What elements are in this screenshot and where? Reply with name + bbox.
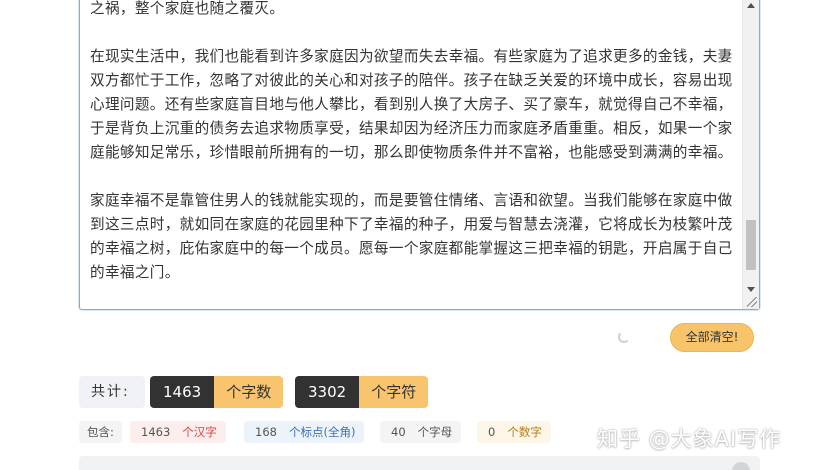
hanzi-count-label: 个汉字 — [173, 421, 226, 443]
character-count-value: 1463 — [150, 376, 215, 408]
punctuation-count-value: 168 — [244, 421, 280, 443]
letter-count-label: 个字母 — [408, 421, 462, 443]
paragraph-2: 在现实生活中，我们也能看到许多家庭因为欲望而失去幸福。有些家庭为了追求更多的金钱… — [90, 48, 733, 161]
hanzi-count-value: 1463 — [130, 421, 174, 443]
character-count-badge: 1463 个字数 — [150, 376, 284, 408]
scroll-thumb[interactable] — [746, 220, 756, 270]
loading-spinner-icon — [618, 331, 630, 343]
paragraph-1: 之祸，整个家庭也随之覆灭。 — [90, 0, 285, 17]
vertical-scrollbar[interactable] — [742, 0, 759, 309]
text-input-area[interactable]: 之祸，整个家庭也随之覆灭。 在现实生活中，我们也能看到许多家庭因为欲望而失去幸福… — [79, 0, 760, 310]
letter-count-value: 40 — [380, 421, 409, 443]
scroll-up-arrow-icon[interactable] — [747, 3, 755, 8]
hanzi-count-tag: 1463 个汉字 — [130, 421, 226, 443]
letter-count-tag: 40 个字母 — [380, 421, 462, 443]
paragraph-3: 家庭幸福不是靠管住男人的钱就能实现的，而是要管住情绪、言语和欲望。当我们能够在家… — [90, 192, 733, 281]
punctuation-count-tag: 168 个标点(全角) — [244, 421, 365, 443]
symbol-count-value: 3302 — [295, 376, 360, 408]
digit-count-label: 个数字 — [498, 421, 551, 443]
symbol-count-unit: 个字符 — [359, 376, 429, 408]
breakdown-label: 包含: — [79, 421, 122, 443]
scroll-down-arrow-icon[interactable] — [747, 287, 755, 292]
text-content[interactable]: 之祸，整个家庭也随之覆灭。 在现实生活中，我们也能看到许多家庭因为欲望而失去幸福… — [90, 0, 735, 303]
symbol-count-badge: 3302 个字符 — [295, 376, 429, 408]
character-count-unit: 个字数 — [214, 376, 284, 408]
watermark-text: 知乎 @大象AI写作 — [597, 427, 782, 451]
bottom-panel — [79, 456, 760, 470]
word-counter-page: 之祸，整个家庭也随之覆灭。 在现实生活中，我们也能看到许多家庭因为欲望而失去幸福… — [0, 0, 818, 470]
digit-count-tag: 0 个数字 — [477, 421, 551, 443]
digit-count-value: 0 — [477, 421, 499, 443]
resize-grip-icon[interactable] — [747, 297, 757, 307]
clear-all-button[interactable]: 全部清空! — [670, 323, 754, 352]
punctuation-count-label: 个标点(全角) — [279, 421, 365, 443]
total-label: 共计: — [79, 376, 145, 408]
